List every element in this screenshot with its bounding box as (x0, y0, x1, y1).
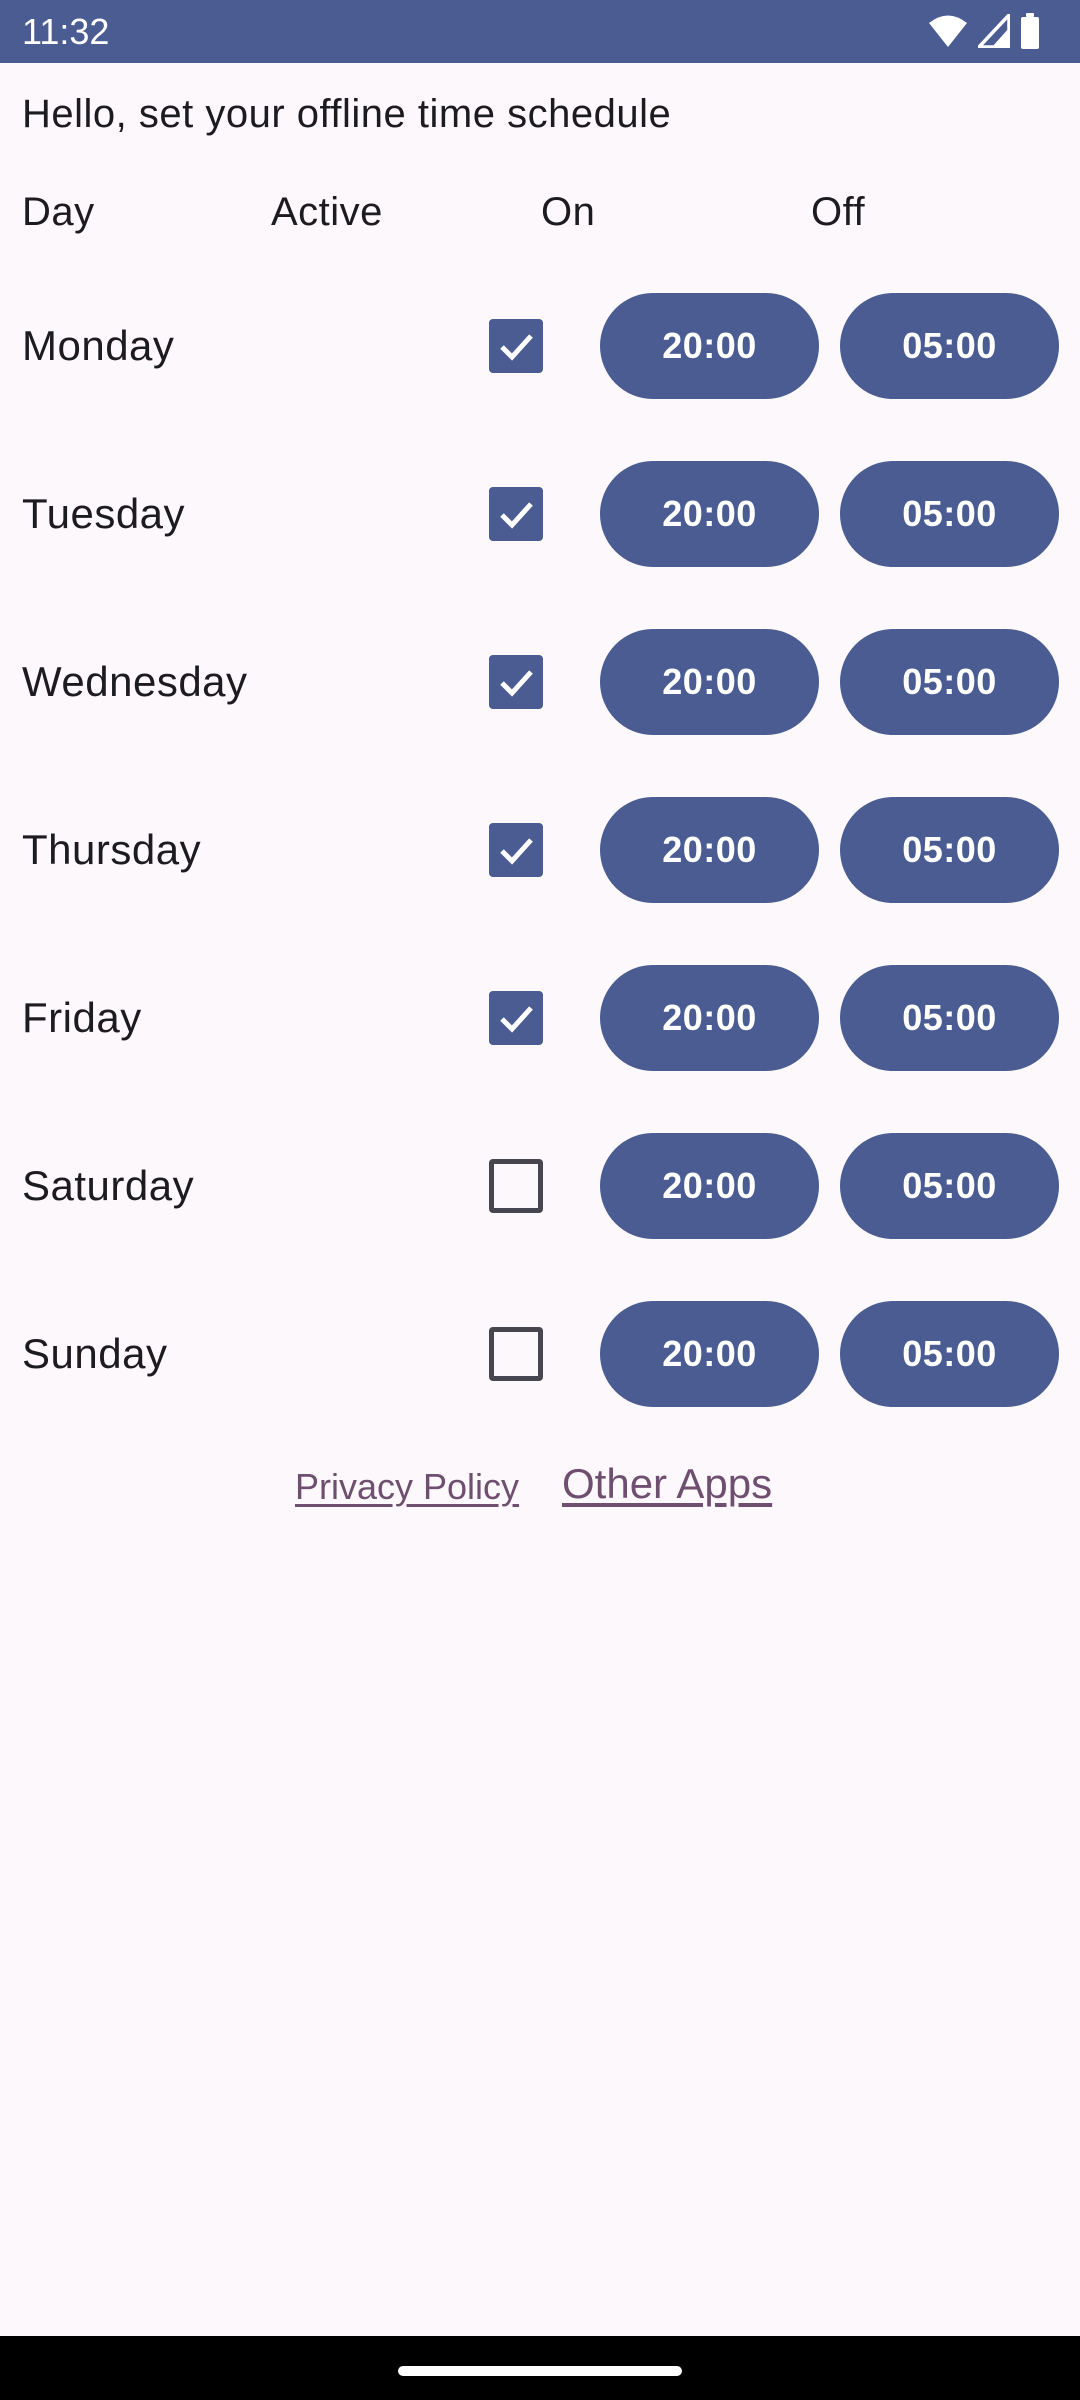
schedule-row-friday: Friday 20:00 05:00 (0, 965, 1080, 1071)
active-checkbox-tuesday[interactable] (489, 487, 543, 541)
off-time-button-friday[interactable]: 05:00 (840, 965, 1059, 1071)
day-label: Saturday (22, 1162, 195, 1209)
active-checkbox-saturday[interactable] (489, 1159, 543, 1213)
schedule-row-wednesday: Wednesday 20:00 05:00 (0, 629, 1080, 735)
wifi-icon (928, 14, 968, 48)
day-label: Thursday (22, 826, 202, 873)
schedule-row-saturday: Saturday 20:00 05:00 (0, 1133, 1080, 1239)
checkmark-icon (500, 670, 533, 697)
checkmark-icon (500, 502, 533, 529)
checkmark-icon (500, 1006, 533, 1033)
other-apps-link[interactable]: Other Apps (562, 1460, 772, 1508)
navigation-bar (0, 2336, 1080, 2400)
off-time-button-thursday[interactable]: 05:00 (840, 797, 1059, 903)
schedule-row-thursday: Thursday 20:00 05:00 (0, 797, 1080, 903)
status-time: 11:32 (22, 11, 110, 52)
active-checkbox-friday[interactable] (489, 991, 543, 1045)
home-gesture-handle[interactable] (398, 2366, 682, 2376)
day-label: Tuesday (22, 490, 186, 537)
on-time-button-sunday[interactable]: 20:00 (600, 1301, 819, 1407)
checkmark-icon (500, 334, 533, 361)
off-time-button-monday[interactable]: 05:00 (840, 293, 1059, 399)
column-header-active: Active (271, 190, 383, 234)
off-time-button-sunday[interactable]: 05:00 (840, 1301, 1059, 1407)
on-time-button-monday[interactable]: 20:00 (600, 293, 819, 399)
status-bar: 11:32 (0, 0, 1080, 63)
active-checkbox-monday[interactable] (489, 319, 543, 373)
status-icons (928, 13, 1040, 49)
on-time-button-wednesday[interactable]: 20:00 (600, 629, 819, 735)
footer-links: Privacy Policy Other Apps (0, 1460, 1080, 1516)
day-label: Monday (22, 322, 175, 369)
schedule-row-sunday: Sunday 20:00 05:00 (0, 1301, 1080, 1407)
schedule-row-monday: Monday 20:00 05:00 (0, 293, 1080, 399)
page-title: Hello, set your offline time schedule (22, 92, 672, 136)
on-time-button-tuesday[interactable]: 20:00 (600, 461, 819, 567)
column-header-day: Day (22, 190, 95, 234)
day-label: Wednesday (22, 658, 248, 705)
on-time-button-friday[interactable]: 20:00 (600, 965, 819, 1071)
schedule-row-tuesday: Tuesday 20:00 05:00 (0, 461, 1080, 567)
off-time-button-saturday[interactable]: 05:00 (840, 1133, 1059, 1239)
on-time-button-thursday[interactable]: 20:00 (600, 797, 819, 903)
off-time-button-wednesday[interactable]: 05:00 (840, 629, 1059, 735)
checkmark-icon (500, 838, 533, 865)
on-time-button-saturday[interactable]: 20:00 (600, 1133, 819, 1239)
day-label: Sunday (22, 1330, 168, 1377)
active-checkbox-thursday[interactable] (489, 823, 543, 877)
privacy-policy-link[interactable]: Privacy Policy (295, 1466, 519, 1508)
column-header-off: Off (811, 190, 866, 234)
cell-signal-icon (978, 14, 1010, 48)
off-time-button-tuesday[interactable]: 05:00 (840, 461, 1059, 567)
active-checkbox-wednesday[interactable] (489, 655, 543, 709)
battery-icon (1020, 13, 1040, 49)
column-header-on: On (541, 190, 596, 234)
active-checkbox-sunday[interactable] (489, 1327, 543, 1381)
day-label: Friday (22, 994, 142, 1041)
